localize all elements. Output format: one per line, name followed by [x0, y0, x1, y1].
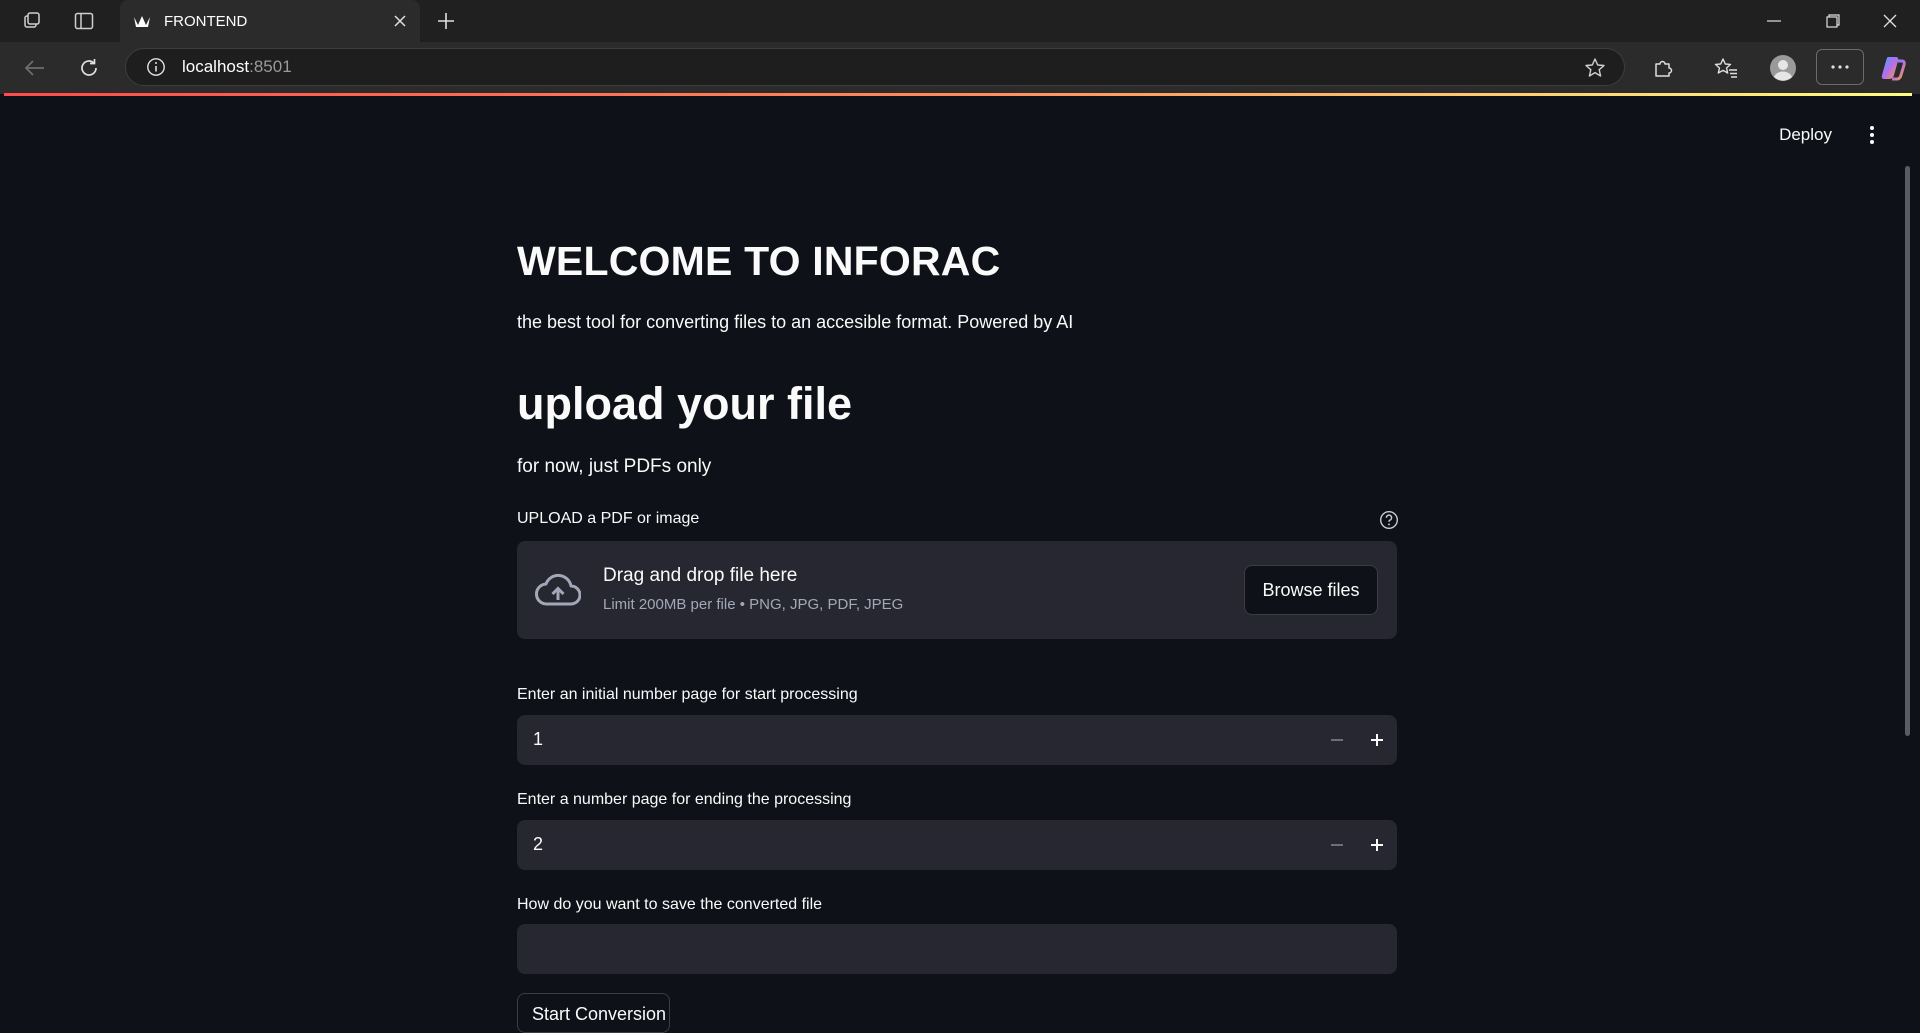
app-header-toolbar: Deploy: [1779, 124, 1882, 146]
tab-title: FRONTEND: [164, 12, 248, 30]
upload-note: for now, just PDFs only: [517, 456, 712, 477]
workspaces-icon[interactable]: [18, 8, 46, 34]
favorites-icon[interactable]: [1710, 52, 1742, 84]
dropzone-instructions: Drag and drop file here: [603, 565, 798, 586]
browser-toolbar: localhost:8501: [0, 42, 1920, 94]
file-dropzone[interactable]: Drag and drop file here Limit 200MB per …: [517, 541, 1397, 639]
close-window-icon[interactable]: [1862, 0, 1918, 42]
favorite-star-icon[interactable]: [1584, 57, 1606, 79]
end-page-value[interactable]: 2: [533, 834, 543, 855]
url-port: :8501: [249, 57, 292, 76]
page-title: WELCOME TO INFORAC: [517, 238, 1001, 284]
start-page-label: Enter an initial number page for start p…: [517, 686, 858, 703]
copilot-icon[interactable]: [1877, 52, 1909, 84]
url-host: localhost: [182, 57, 250, 76]
end-page-label: Enter a number page for ending the proce…: [517, 791, 852, 808]
page-scrollbar[interactable]: [1905, 166, 1910, 736]
help-icon[interactable]: [1379, 510, 1399, 530]
increment-icon[interactable]: [1365, 833, 1389, 857]
save-name-input[interactable]: [517, 924, 1397, 974]
decrement-icon[interactable]: [1325, 833, 1349, 857]
address-bar[interactable]: localhost:8501: [125, 48, 1625, 86]
vertical-tabs-icon[interactable]: [70, 8, 98, 34]
increment-icon[interactable]: [1365, 728, 1389, 752]
streamlit-favicon-icon: [132, 11, 152, 31]
page-subtitle: the best tool for converting files to an…: [517, 312, 1074, 332]
end-page-input[interactable]: 2: [517, 820, 1397, 870]
back-arrow-icon[interactable]: [19, 52, 51, 84]
save-name-label: How do you want to save the converted fi…: [517, 896, 823, 913]
minimize-icon[interactable]: [1746, 0, 1802, 42]
main-menu-icon[interactable]: [1862, 124, 1882, 146]
cloud-upload-icon: [535, 570, 582, 610]
profile-avatar-icon[interactable]: [1767, 52, 1799, 84]
restore-icon[interactable]: [1805, 0, 1861, 42]
close-tab-icon[interactable]: [390, 11, 410, 31]
browser-tab-bar: FRONTEND: [0, 0, 1920, 42]
app-viewport: Deploy WELCOME TO INFORAC the best tool …: [4, 96, 1912, 1033]
active-tab[interactable]: FRONTEND: [120, 0, 420, 42]
url-text: localhost:8501: [182, 57, 292, 77]
deploy-button[interactable]: Deploy: [1779, 125, 1832, 145]
extensions-icon[interactable]: [1647, 52, 1679, 84]
start-conversion-button[interactable]: Start Conversion: [517, 993, 670, 1033]
start-page-value[interactable]: 1: [533, 729, 543, 750]
dropzone-limit-text: Limit 200MB per file • PNG, JPG, PDF, JP…: [603, 596, 904, 613]
start-page-input[interactable]: 1: [517, 715, 1397, 765]
new-tab-icon[interactable]: [432, 8, 460, 34]
browse-files-button[interactable]: Browse files: [1244, 565, 1378, 615]
settings-more-icon[interactable]: [1816, 49, 1864, 85]
decrement-icon[interactable]: [1325, 728, 1349, 752]
uploader-label: UPLOAD a PDF or image: [517, 510, 700, 527]
site-info-icon[interactable]: [146, 57, 166, 77]
upload-heading: upload your file: [517, 378, 853, 429]
refresh-icon[interactable]: [73, 52, 105, 84]
